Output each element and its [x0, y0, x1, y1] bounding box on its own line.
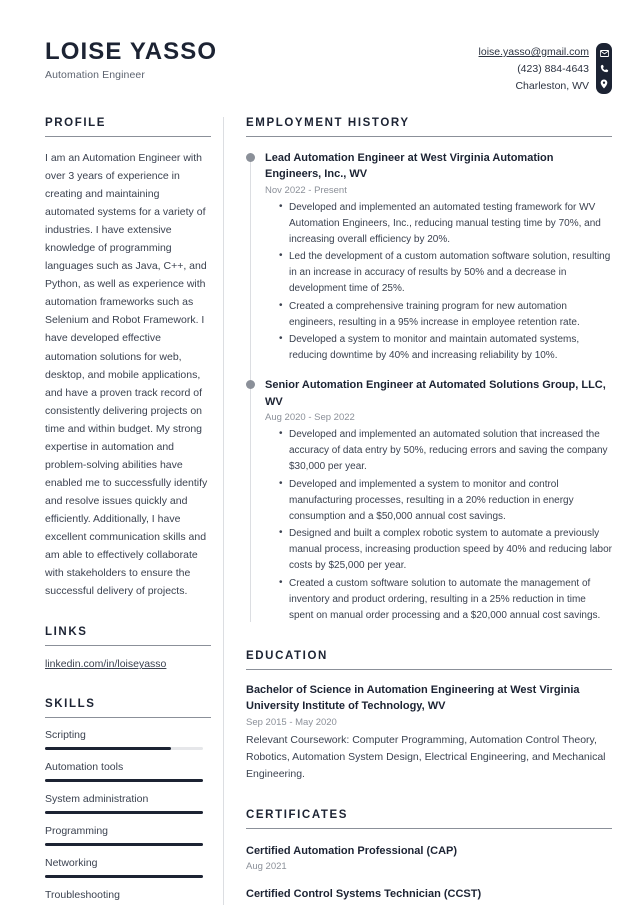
job-date: Nov 2022 - Present [265, 184, 347, 196]
skill-item: Programming [45, 825, 211, 847]
job-bullet: Led the development of a custom automati… [279, 248, 612, 298]
link-linkedin[interactable]: linkedin.com/in/loiseyasso [45, 658, 166, 670]
skill-item: Scripting [45, 729, 211, 751]
section-heading-certificates: CERTIFICATES [246, 809, 612, 829]
education-entry: Bachelor of Science in Automation Engine… [246, 682, 612, 783]
skill-bar-track [45, 747, 203, 751]
certificate-entry: Certified Control Systems Technician (CC… [246, 886, 612, 905]
resume-header: LOISE YASSO Automation Engineer loise.ya… [0, 0, 640, 95]
section-heading-education: EDUCATION [246, 650, 612, 671]
job-date: Aug 2020 - Sep 2022 [265, 411, 355, 423]
contact-phone: (423) 884-4643 [517, 63, 589, 75]
contact-icon-pill [596, 43, 612, 94]
job-bullet: Designed and built a complex robotic sys… [279, 525, 612, 575]
skill-label: Automation tools [45, 761, 124, 774]
job-title: Senior Automation Engineer at Automated … [265, 379, 606, 408]
skill-bar-fill [45, 779, 203, 783]
section-education: EDUCATION Bachelor of Science in Automat… [246, 650, 612, 783]
employment-timeline: Lead Automation Engineer at West Virgini… [246, 150, 612, 624]
certificate-title: Certified Automation Professional (CAP) [246, 844, 458, 857]
skill-label: Scripting [45, 729, 86, 742]
contact-email[interactable]: loise.yasso@gmail.com [479, 44, 589, 61]
skill-label: Troubleshooting [45, 889, 120, 902]
phone-icon [599, 62, 610, 75]
skill-bar-track [45, 811, 203, 815]
profile-text: I am an Automation Engineer with over 3 … [45, 152, 208, 598]
skill-label: System administration [45, 793, 149, 806]
skill-item: Networking [45, 857, 211, 879]
job-bullet: Developed and implemented an automated s… [279, 426, 612, 476]
section-heading-links: LINKS [45, 626, 211, 647]
sidebar-column: PROFILE I am an Automation Engineer with… [45, 117, 223, 905]
skill-item: System administration [45, 793, 211, 815]
job-bullets: Developed and implemented an automated s… [265, 426, 612, 625]
timeline-dot-icon [246, 380, 255, 390]
resume-page: LOISE YASSO Automation Engineer loise.ya… [0, 0, 640, 905]
skill-bar-fill [45, 747, 172, 751]
job-bullet: Developed and implemented a system to mo… [279, 476, 612, 526]
page-title: LOISE YASSO [45, 38, 218, 65]
contact-details: loise.yasso@gmail.com (423) 884-4643 Cha… [479, 43, 589, 95]
skill-bar-fill [45, 875, 203, 879]
section-heading-profile: PROFILE [45, 117, 211, 137]
column-divider [223, 117, 224, 905]
job-bullets: Developed and implemented an automated t… [265, 199, 612, 365]
contact-block: loise.yasso@gmail.com (423) 884-4643 Cha… [479, 43, 612, 95]
location-pin-icon [599, 77, 610, 90]
section-skills: SKILLS Scripting Automation tools System… [45, 698, 211, 905]
header-identity: LOISE YASSO Automation Engineer [45, 38, 217, 81]
job-bullet: Created a comprehensive training program… [279, 298, 612, 331]
skill-label: Networking [45, 857, 98, 870]
skill-bar-track [45, 779, 203, 783]
skill-bar-track [45, 843, 203, 847]
education-title: Bachelor of Science in Automation Engine… [246, 684, 580, 713]
section-employment-history: EMPLOYMENT HISTORY Lead Automation Engin… [246, 117, 612, 624]
timeline-dot-icon [246, 153, 255, 162]
envelope-icon [599, 47, 610, 60]
skill-item: Troubleshooting [45, 889, 211, 905]
skill-item: Automation tools [45, 761, 211, 783]
section-certificates: CERTIFICATES Certified Automation Profes… [246, 809, 612, 905]
job-bullet: Created a custom software solution to au… [279, 575, 612, 625]
certificate-entry: Certified Automation Professional (CAP) … [246, 843, 612, 872]
certificate-title: Certified Control Systems Technician (CC… [246, 887, 482, 900]
section-heading-employment: EMPLOYMENT HISTORY [246, 117, 612, 137]
job-bullet: Developed a system to monitor and mainta… [279, 331, 612, 364]
certificate-date: Aug 2021 [246, 860, 287, 872]
skill-bar-fill [45, 843, 203, 847]
main-column: EMPLOYMENT HISTORY Lead Automation Engin… [246, 117, 612, 905]
employment-entry: Senior Automation Engineer at Automated … [246, 377, 612, 625]
contact-location: Charleston, WV [515, 80, 589, 92]
skill-bar-fill [45, 811, 203, 815]
job-title: Lead Automation Engineer at West Virgini… [265, 152, 554, 181]
skill-bar-track [45, 875, 203, 879]
employment-entry: Lead Automation Engineer at West Virgini… [246, 150, 612, 365]
section-heading-skills: SKILLS [45, 698, 211, 719]
education-description: Relevant Coursework: Computer Programmin… [246, 733, 606, 780]
skill-label: Programming [45, 825, 109, 838]
resume-body: PROFILE I am an Automation Engineer with… [0, 95, 640, 905]
header-job-title: Automation Engineer [45, 69, 145, 82]
section-links: LINKS linkedin.com/in/loiseyasso [45, 626, 211, 672]
job-bullet: Developed and implemented an automated t… [279, 199, 612, 249]
education-date: Sep 2015 - May 2020 [246, 716, 337, 728]
section-profile: PROFILE I am an Automation Engineer with… [45, 117, 211, 600]
